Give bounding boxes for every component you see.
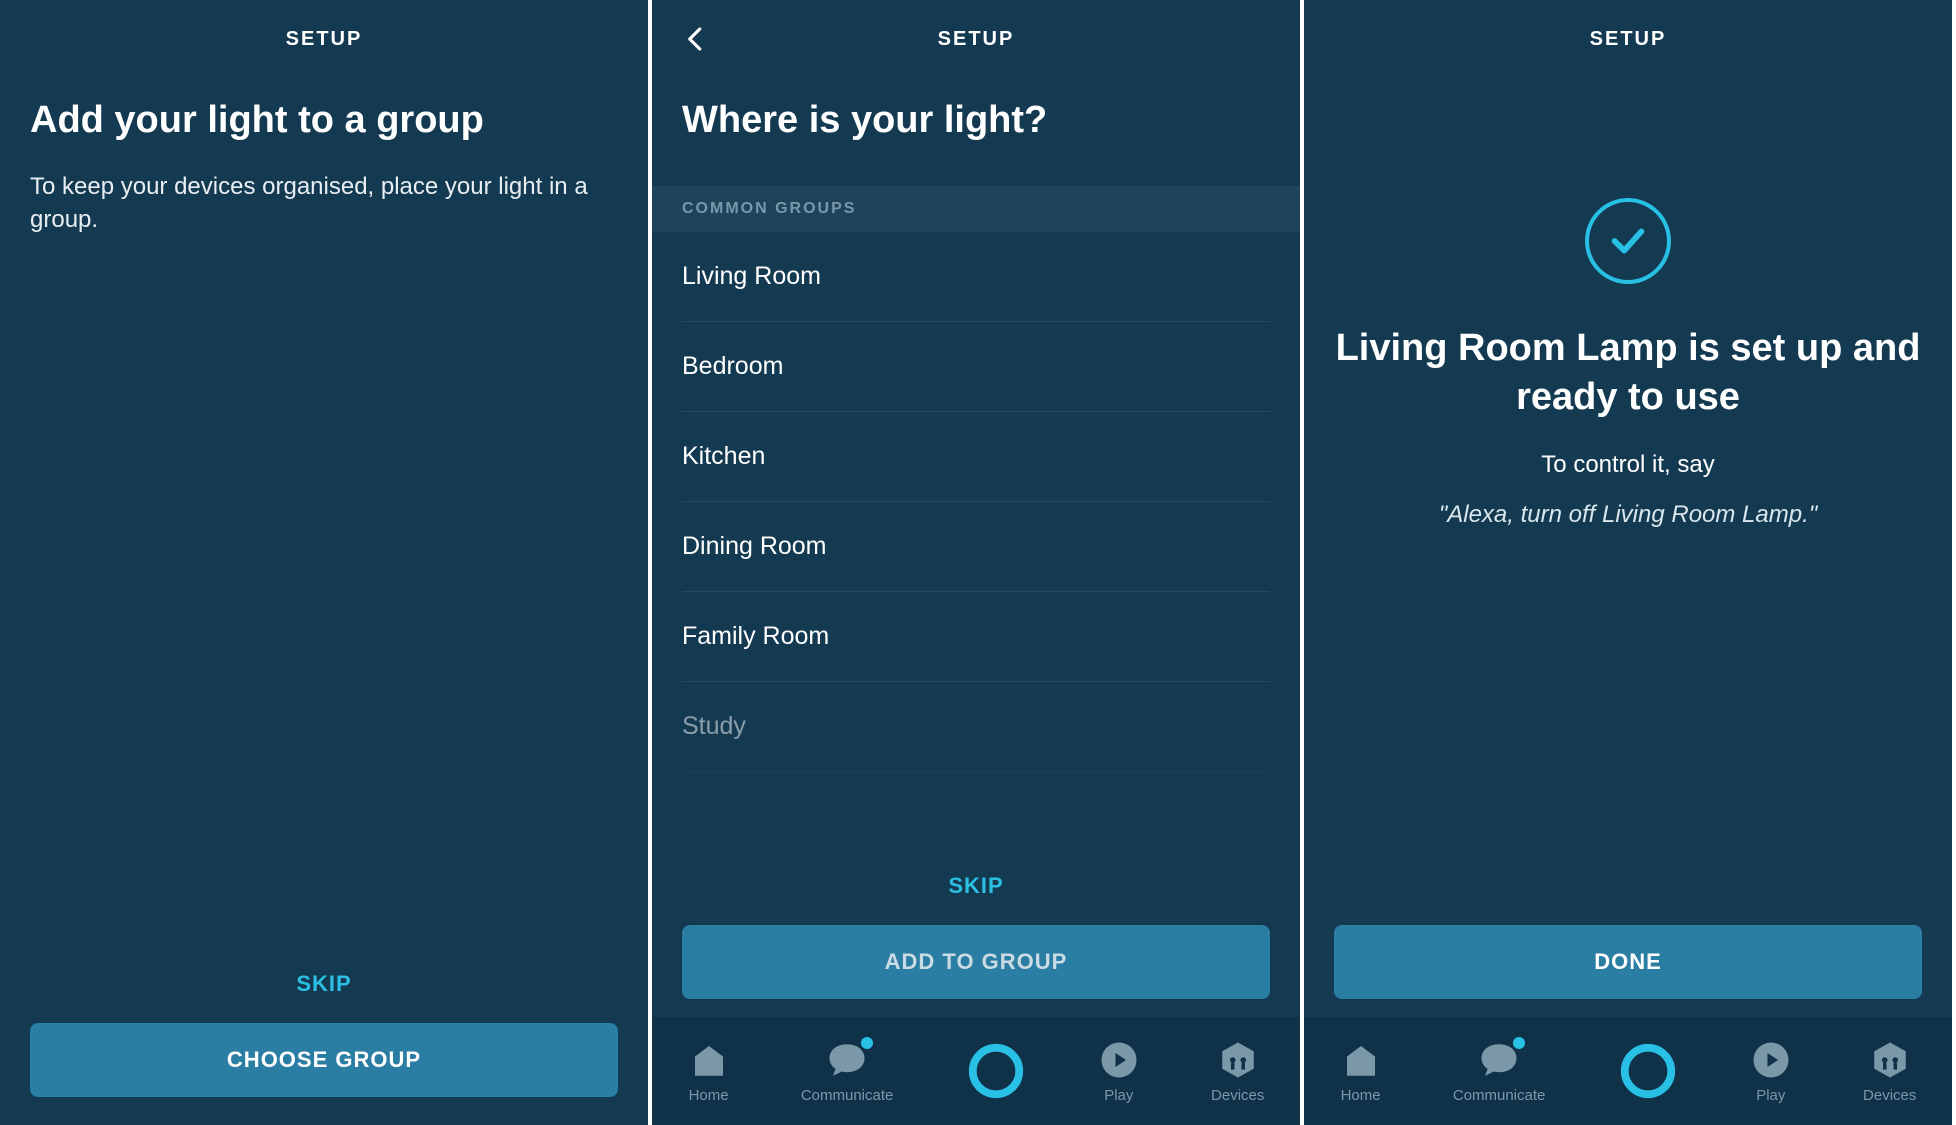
back-button[interactable] <box>676 19 716 59</box>
screen-setup-complete: SETUP Living Room Lamp is set up and rea… <box>1304 0 1956 1125</box>
tab-alexa[interactable] <box>965 1040 1027 1102</box>
skip-button[interactable]: SKIP <box>682 847 1270 925</box>
devices-icon <box>1869 1039 1911 1081</box>
tab-label: Devices <box>1211 1087 1264 1104</box>
alexa-ring-icon <box>965 1040 1027 1102</box>
tab-label: Play <box>1104 1087 1133 1104</box>
header: SETUP <box>0 0 648 78</box>
page-subtitle: To keep your devices organised, place yo… <box>30 170 618 237</box>
tab-bar: Home Communicate Play Devices <box>652 1017 1300 1125</box>
home-icon <box>1340 1039 1382 1081</box>
group-item[interactable]: Family Room <box>682 592 1270 682</box>
play-icon <box>1750 1039 1792 1081</box>
tab-label: Communicate <box>801 1087 894 1104</box>
header-title: SETUP <box>1590 28 1667 51</box>
tab-home[interactable]: Home <box>1340 1039 1382 1104</box>
header-title: SETUP <box>938 28 1015 51</box>
tab-bar: Home Communicate Play Devices <box>1304 1017 1952 1125</box>
tab-label: Communicate <box>1453 1087 1546 1104</box>
tab-alexa[interactable] <box>1617 1040 1679 1102</box>
section-header-common-groups: COMMON GROUPS <box>652 186 1300 232</box>
choose-group-button[interactable]: CHOOSE GROUP <box>30 1023 618 1097</box>
group-item[interactable]: Kitchen <box>682 412 1270 502</box>
success-quote: "Alexa, turn off Living Room Lamp." <box>1439 501 1818 529</box>
tab-label: Devices <box>1863 1087 1916 1104</box>
page-title: Add your light to a group <box>30 98 618 144</box>
success-title: Living Room Lamp is set up and ready to … <box>1304 324 1952 423</box>
notification-dot-icon <box>861 1037 873 1049</box>
home-icon <box>688 1039 730 1081</box>
group-item[interactable]: Study <box>682 682 1270 772</box>
done-button[interactable]: DONE <box>1334 925 1922 999</box>
group-item[interactable]: Bedroom <box>682 322 1270 412</box>
group-item[interactable]: Living Room <box>682 232 1270 322</box>
alexa-ring-icon <box>1617 1040 1679 1102</box>
tab-play[interactable]: Play <box>1098 1039 1140 1104</box>
header-title: SETUP <box>286 28 363 51</box>
devices-icon <box>1217 1039 1259 1081</box>
tab-devices[interactable]: Devices <box>1863 1039 1916 1104</box>
play-icon <box>1098 1039 1140 1081</box>
add-to-group-button[interactable]: ADD TO GROUP <box>682 925 1270 999</box>
skip-button[interactable]: SKIP <box>30 945 618 1023</box>
tab-communicate[interactable]: Communicate <box>801 1039 894 1104</box>
screen-add-to-group: SETUP Add your light to a group To keep … <box>0 0 652 1125</box>
tab-communicate[interactable]: Communicate <box>1453 1039 1546 1104</box>
tab-label: Home <box>1341 1087 1381 1104</box>
tab-devices[interactable]: Devices <box>1211 1039 1264 1104</box>
page-title: Where is your light? <box>682 98 1270 144</box>
screen-select-group: SETUP Where is your light? COMMON GROUPS… <box>652 0 1304 1125</box>
notification-dot-icon <box>1513 1037 1525 1049</box>
chevron-left-icon <box>681 24 711 54</box>
check-icon <box>1605 218 1651 264</box>
header: SETUP <box>652 0 1300 78</box>
tab-label: Play <box>1756 1087 1785 1104</box>
success-check-icon <box>1585 198 1671 284</box>
tab-home[interactable]: Home <box>688 1039 730 1104</box>
tab-play[interactable]: Play <box>1750 1039 1792 1104</box>
group-item[interactable]: Dining Room <box>682 502 1270 592</box>
success-subtitle: To control it, say <box>1541 451 1714 479</box>
group-list: Living Room Bedroom Kitchen Dining Room … <box>682 232 1270 772</box>
tab-label: Home <box>689 1087 729 1104</box>
header: SETUP <box>1304 0 1952 78</box>
